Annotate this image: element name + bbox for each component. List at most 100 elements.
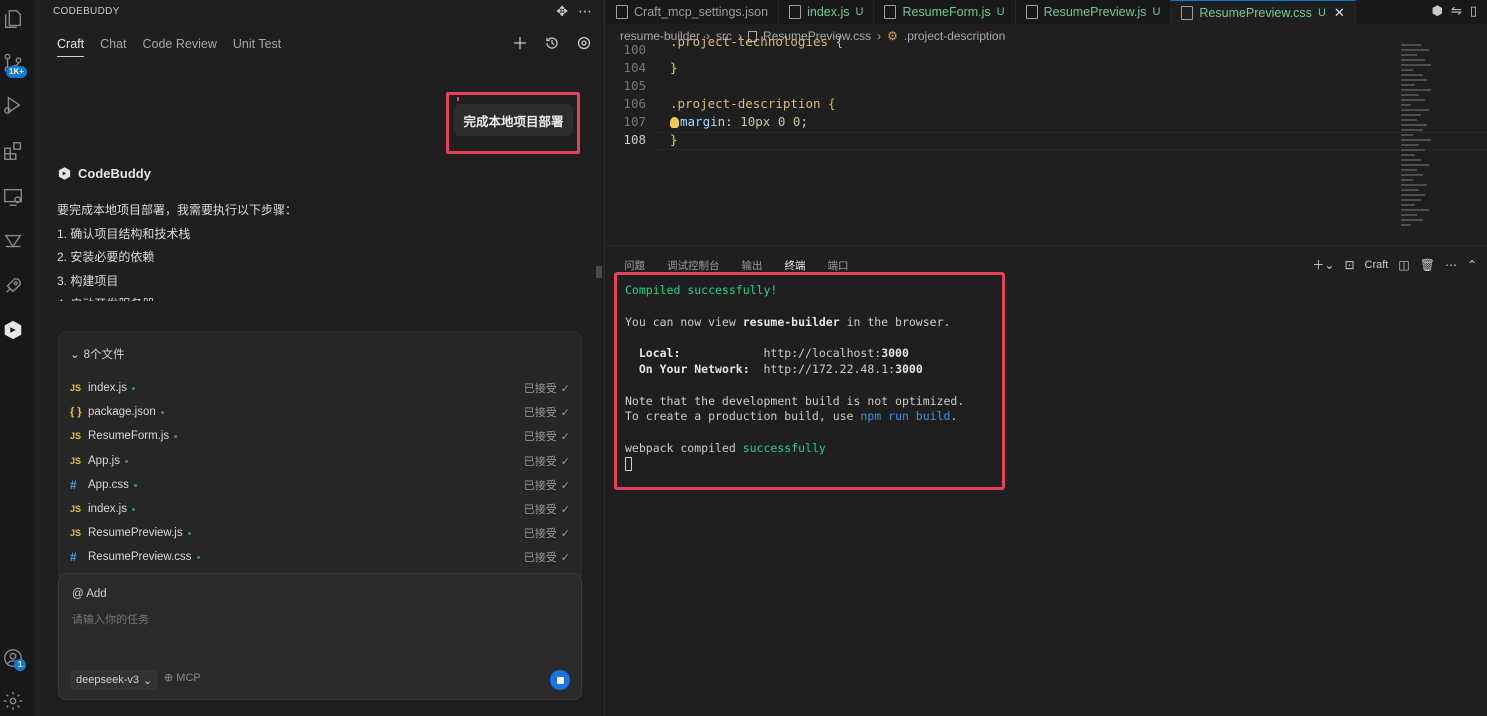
settings-gear-icon[interactable] — [0, 688, 26, 714]
symbol-icon: ⚙ — [887, 29, 898, 43]
settings-icon[interactable] — [576, 35, 592, 51]
terminal-output[interactable]: Compiled successfully! You can now view … — [625, 283, 964, 473]
bot-line: 1. 确认项目结构和技术栈 — [57, 226, 191, 241]
check-icon: ✓ — [560, 503, 570, 516]
file-name: package.json — [88, 406, 156, 418]
file-row[interactable]: # App.css 已接受 ✓ — [70, 474, 570, 496]
tab-code-review[interactable]: Code Review — [143, 37, 217, 57]
tab-chat[interactable]: Chat — [100, 37, 126, 57]
more-actions-icon[interactable]: ⋯ — [1445, 258, 1457, 272]
editor-tab[interactable]: Craft_mcp_settings.json — [606, 0, 780, 24]
split-editor-icon[interactable]: ▯ — [1470, 3, 1477, 19]
file-name: ResumeForm.js — [88, 430, 170, 442]
codebuddy-logo-icon — [58, 167, 71, 180]
lightbulb-icon[interactable] — [670, 117, 679, 128]
file-name: ResumePreview.css — [88, 551, 192, 563]
file-row[interactable]: { } package.json 已接受 ✓ — [70, 401, 570, 423]
stop-icon — [556, 676, 564, 684]
js-file-icon: JS — [70, 431, 82, 441]
file-row[interactable]: JS index.js 已接受 ✓ — [70, 377, 570, 399]
mcp-button[interactable]: ⊕ MCP — [164, 671, 201, 684]
file-name: App.js — [88, 455, 120, 467]
file-row[interactable]: # ResumePreview.css 已接受 ✓ — [70, 546, 570, 568]
bot-line: 要完成本地项目部署，我需要执行以下步骤： — [57, 203, 298, 217]
editor-area: Craft_mcp_settings.json index.js U Resume… — [606, 0, 1487, 245]
terminal-highlight[interactable]: Compiled successfully! You can now view … — [614, 272, 1005, 490]
codebuddy-icon[interactable] — [0, 317, 26, 343]
file-icon — [884, 5, 897, 19]
codebuddy-small-icon[interactable]: ⬢ — [1432, 3, 1443, 19]
file-name: App.css — [88, 479, 129, 491]
editor-tab[interactable]: index.js U — [779, 0, 875, 24]
check-icon: ✓ — [560, 479, 570, 492]
stop-button[interactable] — [550, 670, 570, 690]
trash-icon[interactable]: 🗑 — [1420, 258, 1435, 272]
terminal-icon[interactable]: ⊡ — [1344, 258, 1354, 272]
json-file-icon: { } — [70, 406, 82, 418]
file-icon — [1181, 5, 1194, 20]
accepted-status: 已接受 ✓ — [523, 479, 570, 493]
terminal-cursor — [625, 457, 632, 472]
check-icon: ✓ — [560, 455, 570, 468]
accepted-status: 已接受 ✓ — [523, 406, 570, 420]
editor-tab[interactable]: ResumePreview.js U — [1016, 0, 1172, 24]
new-terminal-icon[interactable]: ＋⌄ — [1312, 256, 1334, 273]
task-input-panel: @ Add deepseek-v3 ⌄ ⊕ MCP — [58, 573, 582, 700]
file-row[interactable]: JS index.js 已接受 ✓ — [70, 498, 570, 520]
compare-icon[interactable]: ⇋ — [1451, 3, 1462, 19]
files-toggle[interactable]: ⌄ 8个文件 — [70, 346, 125, 362]
check-icon: ✓ — [560, 406, 570, 419]
sidebar-title: CODEBUDDY — [53, 6, 120, 17]
file-row[interactable]: JS App.js 已接受 ✓ — [70, 450, 570, 472]
mcp-icon: ⊕ — [164, 672, 174, 684]
bot-line: 3. 构建项目 — [57, 273, 119, 288]
new-chat-icon[interactable] — [512, 35, 528, 51]
remote-explorer-icon[interactable] — [0, 184, 26, 210]
model-select[interactable]: deepseek-v3 ⌄ — [70, 670, 159, 690]
move-icon[interactable]: ✥ — [556, 3, 568, 20]
task-input[interactable] — [72, 614, 562, 626]
js-file-icon: JS — [70, 383, 82, 393]
history-icon[interactable] — [544, 35, 560, 51]
code-editor[interactable]: 100 .project-technologies { 104} 105 106.… — [606, 34, 1487, 150]
accepted-status: 已接受 ✓ — [523, 527, 570, 541]
scrollbar-thumb[interactable] — [596, 266, 602, 278]
testing-icon[interactable] — [0, 228, 26, 254]
more-actions-icon[interactable]: ⋯ — [578, 3, 592, 20]
file-icon — [1025, 5, 1038, 19]
extensions-badge: 1K+ — [6, 66, 27, 78]
extensions-icon[interactable] — [0, 138, 26, 164]
accepted-status: 已接受 ✓ — [523, 382, 570, 396]
file-row[interactable]: JS ResumePreview.js 已接受 ✓ — [70, 522, 570, 544]
tab-craft[interactable]: Craft — [57, 37, 85, 57]
minimap[interactable] — [1401, 44, 1441, 234]
file-row[interactable]: JS ResumeForm.js 已接受 ✓ — [70, 425, 570, 447]
chevron-up-icon[interactable]: ⌃ — [1467, 258, 1477, 272]
check-icon: ✓ — [560, 430, 570, 443]
changed-files-panel: ⌄ 8个文件 JS index.js 已接受 ✓ { } package.json… — [58, 331, 582, 576]
bot-line: 2. 安装必要的依赖 — [57, 250, 155, 264]
file-name: ResumePreview.js — [88, 527, 183, 539]
run-debug-icon[interactable] — [0, 92, 26, 118]
tab-unit-test[interactable]: Unit Test — [233, 37, 281, 57]
rocket-icon[interactable] — [0, 273, 26, 299]
close-icon[interactable]: ✕ — [1334, 5, 1345, 21]
accepted-status: 已接受 ✓ — [523, 551, 570, 565]
accepted-status: 已接受 ✓ — [523, 430, 570, 444]
bot-response: 要完成本地项目部署，我需要执行以下步骤： 1. 确认项目结构和技术栈 2. 安装… — [57, 199, 577, 301]
check-icon: ✓ — [560, 382, 570, 395]
editor-tab[interactable]: ResumeForm.js U — [874, 0, 1016, 24]
accepted-status: 已接受 ✓ — [523, 503, 570, 517]
explorer-icon[interactable] — [0, 6, 26, 32]
check-icon: ✓ — [560, 551, 570, 564]
css-file-icon: # — [70, 478, 77, 492]
user-message-bubble: 完成本地项目部署 — [454, 104, 573, 136]
chevron-down-icon: ⌄ — [70, 349, 80, 361]
split-terminal-icon[interactable]: ◫ — [1398, 258, 1409, 272]
js-file-icon: JS — [70, 504, 82, 514]
terminal-name[interactable]: Craft — [1365, 259, 1389, 271]
editor-tab-active[interactable]: ResumePreview.css U ✕ — [1171, 0, 1356, 24]
chevron-down-icon: ⌄ — [143, 674, 153, 687]
js-file-icon: JS — [70, 528, 82, 538]
add-context-button[interactable]: @ Add — [72, 588, 107, 600]
